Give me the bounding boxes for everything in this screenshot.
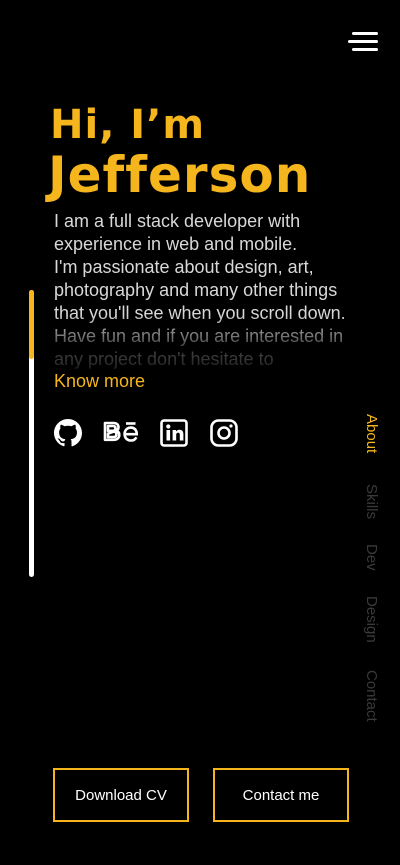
scroll-progress-track[interactable] — [29, 290, 34, 577]
linkedin-icon[interactable] — [159, 418, 189, 448]
hamburger-menu-icon[interactable] — [348, 30, 378, 54]
github-icon[interactable] — [53, 418, 83, 448]
nav-item-contact[interactable]: Contact — [356, 670, 386, 722]
nav-item-skills[interactable]: Skills — [356, 484, 386, 519]
scroll-progress-thumb[interactable] — [29, 290, 34, 359]
behance-icon[interactable] — [103, 418, 141, 448]
bio-line: I'm passionate about design, art, photog… — [54, 257, 346, 323]
menu-line — [352, 48, 378, 51]
know-more-link[interactable]: Know more — [54, 368, 150, 394]
social-links — [53, 418, 259, 448]
bio-line: Have fun and if you are interested in an… — [54, 326, 344, 369]
bio-line: I am a full stack developer with experie… — [54, 211, 301, 254]
name-heading: Jefferson — [48, 146, 312, 204]
instagram-icon[interactable] — [209, 418, 239, 448]
nav-item-dev[interactable]: Dev — [356, 544, 386, 571]
download-cv-button[interactable]: Download CV — [53, 768, 189, 822]
nav-item-design[interactable]: Design — [356, 596, 386, 643]
side-navigation: About Skills Dev Design Contact — [356, 410, 386, 740]
nav-item-about[interactable]: About — [356, 414, 386, 453]
menu-line — [352, 32, 378, 35]
menu-line — [348, 40, 378, 43]
contact-me-button[interactable]: Contact me — [213, 768, 349, 822]
bio-text: I am a full stack developer with experie… — [54, 210, 354, 390]
greeting-heading: Hi, I’m — [50, 102, 206, 148]
